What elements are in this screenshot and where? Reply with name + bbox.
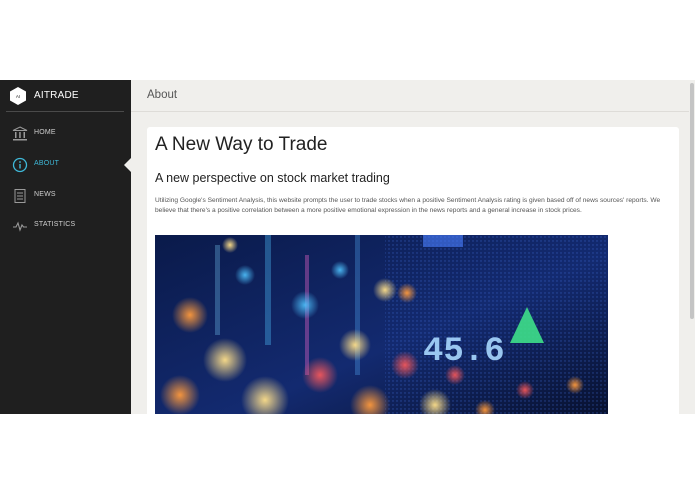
sidebar-item-label: ABOUT <box>34 160 60 167</box>
hero-image-stock-ticker: 45.6 <box>155 235 608 414</box>
brand[interactable]: AI AITRADE <box>0 80 131 112</box>
content-card: A New Way to Trade A new perspective on … <box>147 127 679 414</box>
page-title: About <box>147 89 178 101</box>
hero-ticker-value: 45.6 <box>423 333 505 371</box>
sidebar-item-home[interactable]: HOME <box>0 122 131 146</box>
sidebar-item-label: STATISTICS <box>34 221 76 228</box>
sidebar-item-about[interactable]: ABOUT <box>0 153 131 177</box>
article-body: Utilizing Google's Sentiment Analysis, t… <box>155 197 661 214</box>
article-heading: A New Way to Trade <box>155 134 328 155</box>
bank-building-icon <box>12 126 28 141</box>
sidebar-item-label: HOME <box>34 129 56 136</box>
newspaper-icon <box>14 189 26 203</box>
scrollbar-thumb[interactable] <box>690 83 694 319</box>
active-item-indicator <box>124 157 132 173</box>
sidebar-item-statistics[interactable]: STATISTICS <box>0 214 131 238</box>
app-window: AI AITRADE HOME ABOUT NEWS STATISTICS Ab… <box>0 80 695 414</box>
brand-divider <box>6 111 124 112</box>
info-circle-icon <box>12 157 28 173</box>
sidebar-item-news[interactable]: NEWS <box>0 184 131 208</box>
scrollbar[interactable] <box>689 80 695 414</box>
brand-name: AITRADE <box>34 90 79 101</box>
sidebar: AI AITRADE HOME ABOUT NEWS STATISTICS <box>0 80 132 414</box>
stock-market-bokeh-image: 45.6 <box>155 235 608 414</box>
sidebar-item-label: NEWS <box>34 191 56 198</box>
page-header: About <box>131 80 695 112</box>
aitrade-logo-icon: AI <box>10 87 26 105</box>
svg-text:AI: AI <box>16 94 20 99</box>
article-subheading: A new perspective on stock market tradin… <box>155 171 390 185</box>
pulse-chart-icon <box>13 221 27 232</box>
